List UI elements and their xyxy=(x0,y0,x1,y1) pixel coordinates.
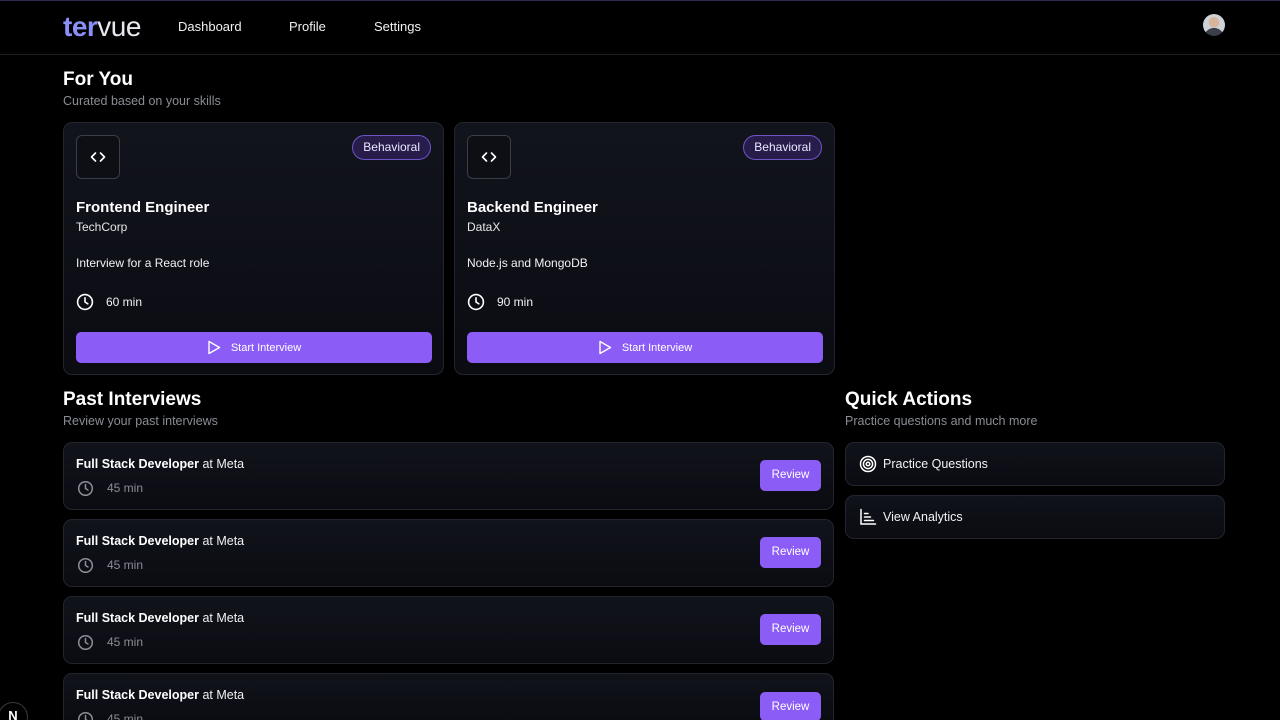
past-interview-row: Full Stack Developer at Meta 45 min Revi… xyxy=(63,596,834,664)
past-interview-title: Full Stack Developer at Meta xyxy=(76,687,244,703)
clock-icon xyxy=(77,557,94,574)
past-interview-company: Meta xyxy=(216,534,245,548)
interview-card: Behavioral Frontend Engineer TechCorp In… xyxy=(63,122,444,375)
clock-icon xyxy=(77,634,94,651)
past-interview-connector: at xyxy=(198,457,217,471)
view-analytics-label: View Analytics xyxy=(883,510,963,524)
past-interview-row: Full Stack Developer at Meta 45 min Revi… xyxy=(63,519,834,587)
quick-actions-subtitle: Practice questions and much more xyxy=(845,414,1038,428)
past-interview-role: Full Stack Developer xyxy=(76,457,199,471)
review-button[interactable]: Review xyxy=(760,537,821,568)
view-analytics-button[interactable]: View Analytics xyxy=(845,495,1225,539)
for-you-subtitle: Curated based on your skills xyxy=(63,94,221,108)
practice-questions-label: Practice Questions xyxy=(883,457,988,471)
card-company: DataX xyxy=(467,220,501,234)
clock-icon xyxy=(77,711,94,720)
brand-logo-part2: vue xyxy=(97,11,141,42)
past-interview-title: Full Stack Developer at Meta xyxy=(76,456,244,472)
review-button[interactable]: Review xyxy=(760,614,821,645)
code-icon xyxy=(76,135,120,179)
past-interview-company: Meta xyxy=(216,457,245,471)
clock-icon xyxy=(467,293,485,311)
chart-icon xyxy=(860,508,877,525)
category-badge: Behavioral xyxy=(743,135,822,160)
past-interview-duration: 45 min xyxy=(107,712,144,720)
start-interview-label: Start Interview xyxy=(230,341,302,354)
card-title: Frontend Engineer xyxy=(76,199,210,216)
practice-questions-button[interactable]: Practice Questions xyxy=(845,442,1225,486)
user-avatar[interactable] xyxy=(1203,14,1225,36)
past-interview-row: Full Stack Developer at Meta 45 min Revi… xyxy=(63,442,834,510)
card-description: Interview for a React role xyxy=(76,256,210,270)
card-description: Node.js and MongoDB xyxy=(467,256,588,270)
play-icon xyxy=(208,340,221,355)
past-interviews-subtitle: Review your past interviews xyxy=(63,414,218,428)
past-interview-title: Full Stack Developer at Meta xyxy=(76,610,244,626)
card-duration: 60 min xyxy=(106,295,143,309)
nav-settings[interactable]: Settings xyxy=(374,19,421,35)
review-button[interactable]: Review xyxy=(760,460,821,491)
review-button[interactable]: Review xyxy=(760,692,821,720)
past-interviews-title: Past Interviews xyxy=(63,389,202,410)
clock-icon xyxy=(76,293,94,311)
for-you-title: For You xyxy=(63,69,134,90)
nextjs-dev-badge[interactable]: N xyxy=(0,702,28,720)
past-interview-role: Full Stack Developer xyxy=(76,611,199,625)
start-interview-label: Start Interview xyxy=(621,341,693,354)
top-navbar: tervue Dashboard Profile Settings xyxy=(0,1,1280,55)
past-interview-duration: 45 min xyxy=(107,481,144,495)
card-title: Backend Engineer xyxy=(467,199,598,216)
past-interview-connector: at xyxy=(198,688,217,702)
card-duration: 90 min xyxy=(497,295,534,309)
quick-actions-title: Quick Actions xyxy=(845,389,973,410)
brand-logo-part1: ter xyxy=(63,11,98,42)
past-interview-role: Full Stack Developer xyxy=(76,534,199,548)
category-badge: Behavioral xyxy=(352,135,431,160)
app-page: tervue Dashboard Profile Settings For Yo… xyxy=(0,0,1280,720)
play-icon xyxy=(599,340,612,355)
nav-profile[interactable]: Profile xyxy=(289,19,326,35)
card-company: TechCorp xyxy=(76,220,128,234)
clock-icon xyxy=(77,480,94,497)
past-interview-connector: at xyxy=(198,534,217,548)
past-interview-row: Full Stack Developer at Meta 45 min Revi… xyxy=(63,673,834,720)
past-interview-company: Meta xyxy=(216,688,245,702)
interview-card: Behavioral Backend Engineer DataX Node.j… xyxy=(454,122,835,375)
past-interview-company: Meta xyxy=(216,611,245,625)
past-interview-duration: 45 min xyxy=(107,558,144,572)
start-interview-button[interactable]: Start Interview xyxy=(76,332,432,363)
nav-dashboard[interactable]: Dashboard xyxy=(178,19,242,35)
past-interview-duration: 45 min xyxy=(107,635,144,649)
past-interview-role: Full Stack Developer xyxy=(76,688,199,702)
start-interview-button[interactable]: Start Interview xyxy=(467,332,823,363)
brand-logo[interactable]: tervue xyxy=(63,11,141,43)
past-interview-connector: at xyxy=(198,611,217,625)
past-interview-title: Full Stack Developer at Meta xyxy=(76,533,244,549)
target-icon xyxy=(859,455,877,473)
code-icon xyxy=(467,135,511,179)
